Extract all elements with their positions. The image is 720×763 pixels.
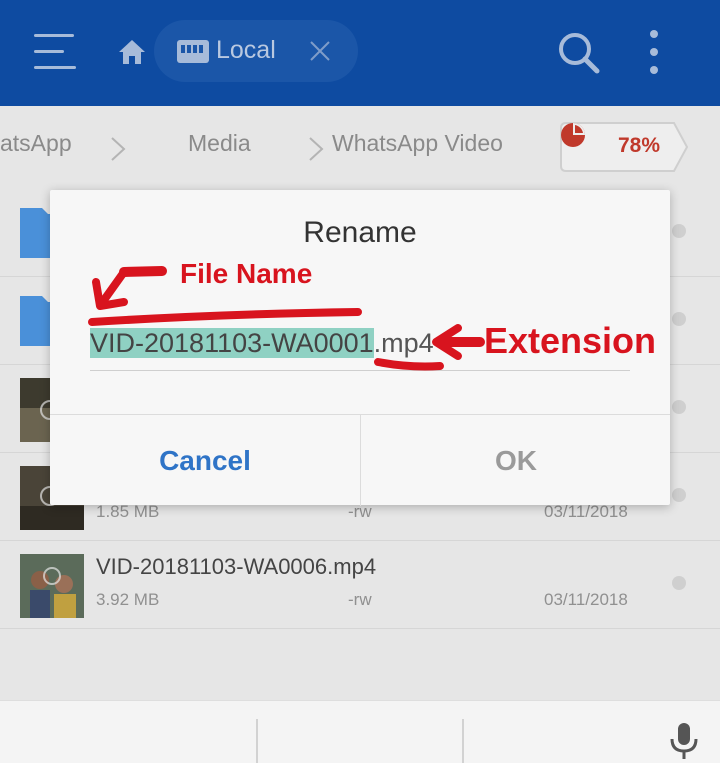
file-size: 3.92 MB [96,590,160,609]
file-name: VID-20181103-WA0006.mp4 [96,554,377,579]
video-thumbnail [20,554,84,618]
menu-icon[interactable] [34,32,78,72]
breadcrumb-item-media[interactable]: Media [188,130,251,157]
file-name-annotation: File Name [180,258,313,289]
extension-annotation: Extension [484,320,657,361]
suggestion-divider [256,719,258,763]
dialog-actions: Cancel OK [50,414,670,506]
list-item[interactable]: VID-20181103-WA0006.mp4 3.92 MB -rw 03/1… [0,540,720,629]
filename-selected-text: VID-20181103-WA0001 [90,328,374,358]
breadcrumb: atsApp Media WhatsApp Video 78% [0,106,720,188]
row-indicator [672,224,686,238]
chevron-right-icon [309,137,324,161]
row-indicator [672,312,686,326]
keyboard-suggestion-bar [0,700,720,763]
ok-button[interactable]: OK [361,415,671,506]
chevron-right-icon [111,137,126,161]
file-date: 03/11/2018 [544,590,628,609]
breadcrumb-item-whatsapp[interactable]: atsApp [0,130,72,157]
sd-card-icon [177,40,209,63]
more-vert-icon[interactable] [646,30,662,76]
home-icon[interactable] [116,36,148,68]
row-indicator [672,488,686,502]
row-indicator [672,576,686,590]
cancel-button[interactable]: Cancel [50,415,360,506]
microphone-icon[interactable] [668,721,700,761]
search-icon[interactable] [556,30,600,74]
location-chip[interactable]: Local [154,20,358,82]
file-permissions: -rw [348,590,372,609]
location-chip-label: Local [216,36,276,64]
app-bar: Local [0,0,720,106]
filename-extension: .mp4 [373,328,434,358]
pie-chart-icon [561,123,585,147]
close-icon[interactable] [308,39,332,63]
row-indicator [672,400,686,414]
dialog-title: Rename [303,216,417,249]
storage-percent: 78% [618,134,661,157]
breadcrumb-item-whatsapp-video[interactable]: WhatsApp Video [332,130,503,157]
storage-badge[interactable]: 78% [560,122,689,172]
rename-input-text[interactable]: VID-20181103-WA0001.mp4 [90,328,434,359]
suggestion-divider [462,719,464,763]
